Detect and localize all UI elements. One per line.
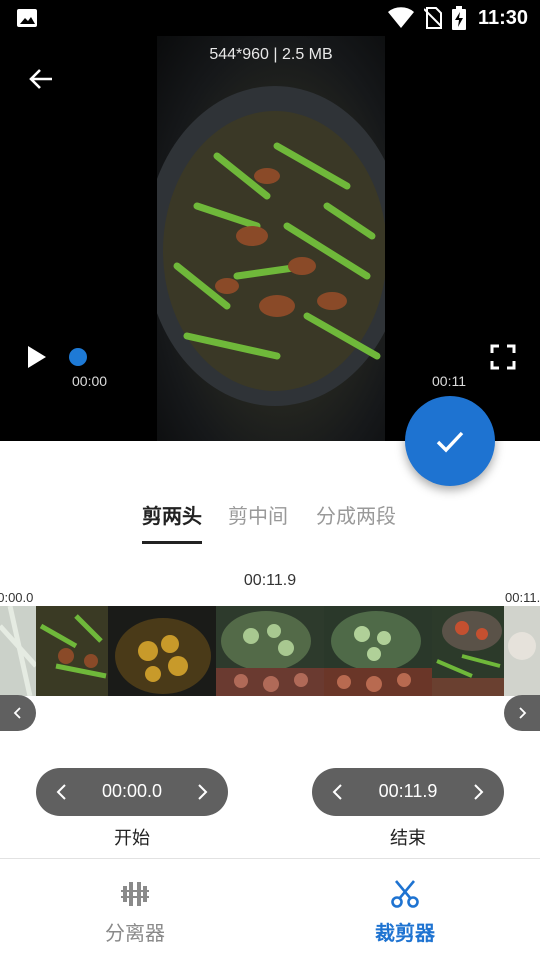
chevron-right-icon (519, 707, 527, 719)
confirm-button[interactable] (405, 396, 495, 486)
timeline-scroll-right-button[interactable] (504, 695, 540, 731)
end-time-stepper[interactable]: 00:11.9 (312, 768, 504, 816)
tab-trim-ends[interactable]: 剪两头 (142, 500, 202, 529)
image-icon (17, 9, 37, 27)
check-icon (436, 431, 464, 453)
wifi-icon (387, 7, 414, 29)
thumbnail (216, 606, 324, 696)
end-time-value: 00:11.9 (378, 781, 438, 801)
start-label: 开始 (114, 828, 150, 849)
timeline-start-label: 00:00.0 (0, 590, 34, 605)
status-time: 11:30 (477, 6, 528, 29)
thumbnail (324, 606, 432, 696)
video-frame-image (157, 86, 385, 406)
video-frame[interactable]: 544*960 | 2.5 MB (157, 36, 385, 441)
chevron-left-icon (13, 707, 21, 719)
nav-separator[interactable]: 分离器 (0, 859, 270, 960)
separator-icon (121, 882, 149, 906)
nav-trimmer[interactable]: 裁剪器 (270, 859, 540, 960)
end-increment-chevron-right-icon[interactable] (466, 780, 490, 804)
start-time-stepper[interactable]: 00:00.0 (36, 768, 228, 816)
no-sim-icon (423, 7, 442, 29)
total-duration: 00:11 (432, 373, 466, 389)
seek-handle[interactable] (69, 348, 87, 366)
bottom-navigation: 分离器 裁剪器 (0, 858, 540, 960)
end-decrement-chevron-left-icon[interactable] (326, 780, 350, 804)
start-time-value: 00:00.0 (101, 781, 163, 801)
start-increment-chevron-right-icon[interactable] (190, 780, 214, 804)
start-decrement-chevron-left-icon[interactable] (50, 780, 74, 804)
thumbnail (0, 606, 36, 696)
tab-trim-middle[interactable]: 剪中间 (228, 500, 288, 529)
end-label: 结束 (390, 828, 426, 849)
back-arrow-icon[interactable] (26, 64, 56, 94)
thumbnail-strip[interactable] (0, 606, 540, 696)
thumbnail (36, 606, 108, 696)
battery-charging-icon (451, 6, 466, 30)
scissors-icon (391, 880, 419, 908)
video-player[interactable]: 544*960 | 2.5 MB 00:00 00:11 (0, 36, 540, 441)
timeline-end-label: 00:11.9 (505, 590, 540, 605)
fullscreen-icon[interactable] (490, 344, 516, 370)
nav-trimmer-label: 裁剪器 (375, 921, 435, 945)
video-info: 544*960 | 2.5 MB (209, 46, 333, 63)
trim-mode-tabs: 剪两头 剪中间 分成两段 (0, 500, 540, 546)
tab-split-two[interactable]: 分成两段 (316, 500, 396, 529)
thumbnail (108, 606, 216, 696)
status-bar: 11:30 (0, 0, 540, 36)
current-time: 00:00 (72, 373, 108, 389)
thumbnail (504, 606, 540, 696)
nav-separator-label: 分离器 (105, 921, 165, 945)
trim-timeline[interactable]: 00:00.0 00:11.9 (0, 588, 540, 733)
thumbnail (432, 606, 504, 696)
timeline-scroll-left-button[interactable] (0, 695, 36, 731)
tab-underline (142, 541, 202, 544)
play-icon[interactable] (24, 344, 50, 370)
